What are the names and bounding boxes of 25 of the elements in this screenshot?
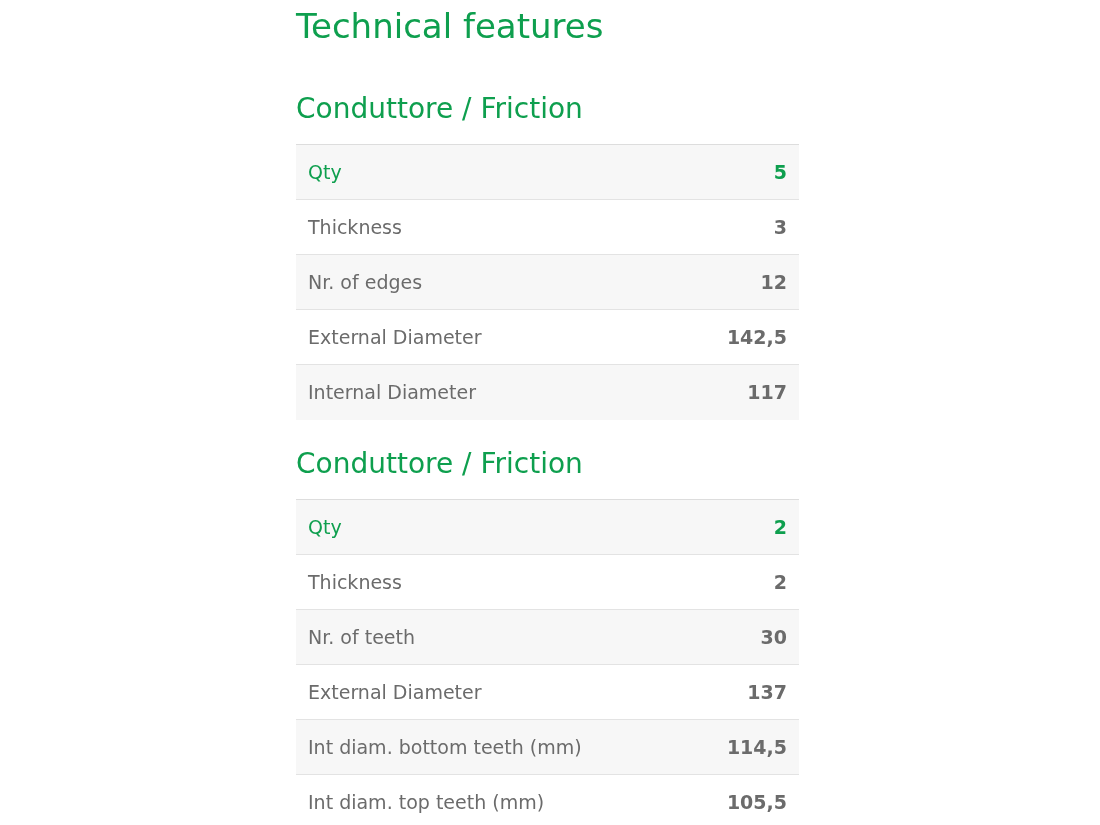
row-value: 2 xyxy=(773,569,787,595)
row-value: 30 xyxy=(760,624,787,650)
section-heading: Conduttore / Friction xyxy=(296,446,584,482)
row-label: Thickness xyxy=(308,214,402,240)
row-value: 12 xyxy=(760,269,787,295)
row-value: 142,5 xyxy=(726,324,787,350)
row-label: Thickness xyxy=(308,569,402,595)
row-label: Int diam. bottom teeth (mm) xyxy=(308,734,582,760)
row-label: Internal Diameter xyxy=(308,380,476,406)
row-value: 2 xyxy=(773,514,787,540)
row-label: External Diameter xyxy=(308,679,482,705)
row-value: 137 xyxy=(747,679,787,705)
section-heading: Conduttore / Friction xyxy=(296,91,584,127)
row-label: Int diam. top teeth (mm) xyxy=(308,790,545,816)
row-label: Nr. of edges xyxy=(308,269,423,295)
row-value: 3 xyxy=(773,214,787,240)
row-value: 114,5 xyxy=(726,734,787,760)
page-title: Technical features xyxy=(296,5,605,48)
row-value: 117 xyxy=(747,380,787,406)
row-value: 105,5 xyxy=(726,790,787,816)
row-value: 5 xyxy=(773,159,787,185)
row-label: Qty xyxy=(308,159,342,185)
row-label: Qty xyxy=(308,514,342,540)
row-label: Nr. of teeth xyxy=(308,624,416,650)
row-label: External Diameter xyxy=(308,324,482,350)
